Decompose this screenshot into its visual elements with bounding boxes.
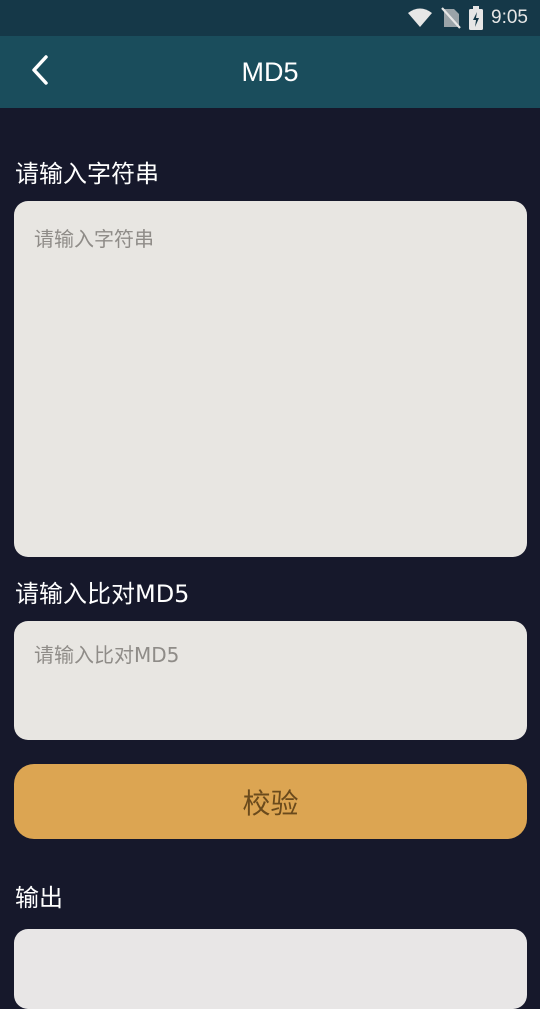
compare-md5-label: 请输入比对MD5: [15, 580, 190, 608]
back-button[interactable]: [18, 50, 62, 94]
chevron-left-icon: [30, 54, 50, 90]
app-bar: MD5: [0, 36, 540, 108]
output-label: 输出: [15, 884, 63, 912]
verify-button[interactable]: 校验: [14, 764, 527, 839]
status-time: 9:05: [491, 7, 528, 28]
wifi-icon: [407, 7, 433, 29]
input-string-field[interactable]: [14, 201, 527, 557]
page-title: MD5: [241, 57, 299, 87]
compare-md5-field[interactable]: [14, 621, 527, 740]
output-field[interactable]: [14, 929, 527, 1009]
no-sim-icon: [441, 7, 461, 29]
status-bar: 9:05: [0, 0, 540, 36]
battery-charging-icon: [469, 6, 484, 30]
input-string-label: 请输入字符串: [15, 160, 159, 188]
